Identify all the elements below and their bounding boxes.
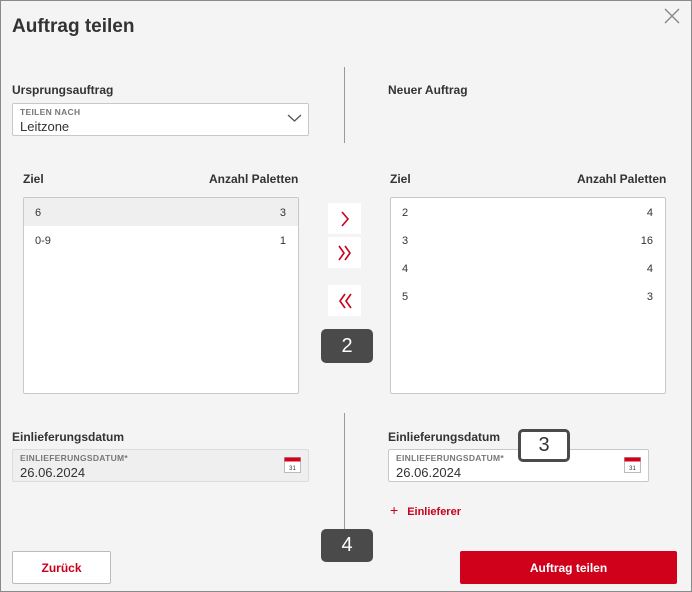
calendar-icon-text: 31 — [629, 466, 636, 472]
new-order-label: Neuer Auftrag — [388, 83, 468, 97]
right-date-field-value: 26.06.2024 — [396, 465, 462, 480]
list-item[interactable]: 0-9 1 — [24, 226, 298, 254]
add-supplier-label: Einlieferer — [407, 506, 461, 518]
calendar-icon-text: 31 — [289, 466, 296, 472]
chevron-down-icon — [287, 114, 302, 122]
list-item-pallets: 3 — [279, 207, 286, 219]
left-col-target-header: Ziel — [23, 172, 44, 186]
callout-badge-2: 2 — [321, 329, 373, 363]
list-item-target: 2 — [402, 207, 409, 219]
list-item-pallets: 4 — [646, 263, 653, 275]
list-item-target: 6 — [35, 207, 42, 219]
list-item-pallets: 1 — [279, 235, 286, 247]
divider-bottom — [344, 413, 345, 541]
origin-destinations-list[interactable]: 6 3 0-9 1 — [23, 197, 299, 394]
left-date-field-value: 26.06.2024 — [20, 465, 86, 480]
divider-top — [344, 67, 345, 143]
add-supplier-link[interactable]: + Einlieferer — [390, 502, 461, 518]
left-delivery-date-label: Einlieferungsdatum — [12, 430, 125, 444]
list-item[interactable]: 4 4 — [391, 254, 665, 282]
list-item-target: 4 — [402, 263, 409, 275]
split-order-dialog: Auftrag teilen Ursprungsauftrag TEILEN N… — [0, 0, 692, 592]
list-item-target: 0-9 — [35, 235, 51, 247]
list-item[interactable]: 3 16 — [391, 226, 665, 254]
list-item-pallets: 3 — [646, 291, 653, 303]
right-delivery-date-label: Einlieferungsdatum — [388, 430, 501, 444]
list-item-pallets: 16 — [640, 235, 653, 247]
calendar-icon: 31 — [284, 457, 301, 473]
move-all-left-button[interactable] — [328, 285, 361, 316]
close-button[interactable] — [661, 5, 683, 27]
list-item[interactable]: 5 3 — [391, 282, 665, 310]
split-by-label: TEILEN NACH — [20, 107, 81, 117]
list-item[interactable]: 2 4 — [391, 198, 665, 226]
close-icon — [664, 8, 680, 24]
calendar-icon[interactable]: 31 — [624, 457, 641, 473]
back-button[interactable]: Zurück — [12, 551, 111, 584]
list-item-pallets: 4 — [646, 207, 653, 219]
split-by-value: Leitzone — [20, 119, 70, 134]
plus-icon: + — [390, 502, 399, 518]
left-delivery-date-field: EINLIEFERUNGSDATUM* 26.06.2024 31 — [12, 449, 309, 482]
left-col-pallets-header: Anzahl Paletten — [209, 172, 299, 186]
split-order-button[interactable]: Auftrag teilen — [460, 551, 677, 584]
callout-badge-3: 3 — [518, 429, 570, 462]
list-item[interactable]: 6 3 — [24, 198, 298, 226]
move-one-right-button[interactable] — [328, 203, 361, 234]
double-chevron-right-icon — [337, 245, 351, 260]
chevron-right-icon — [340, 210, 349, 227]
list-item-target: 3 — [402, 235, 409, 247]
new-destinations-list[interactable]: 2 4 3 16 4 4 5 3 — [390, 197, 666, 394]
double-chevron-left-icon — [338, 293, 352, 308]
list-item-target: 5 — [402, 291, 409, 303]
callout-badge-4: 4 — [321, 529, 373, 562]
right-col-pallets-header: Anzahl Paletten — [577, 172, 667, 186]
right-col-target-header: Ziel — [390, 172, 411, 186]
move-all-right-button[interactable] — [328, 237, 361, 268]
origin-order-label: Ursprungsauftrag — [12, 83, 114, 97]
split-by-select[interactable]: TEILEN NACH Leitzone — [12, 103, 309, 136]
dialog-title: Auftrag teilen — [12, 16, 135, 37]
right-date-field-label: EINLIEFERUNGSDATUM* — [396, 453, 505, 463]
left-date-field-label: EINLIEFERUNGSDATUM* — [20, 453, 129, 463]
